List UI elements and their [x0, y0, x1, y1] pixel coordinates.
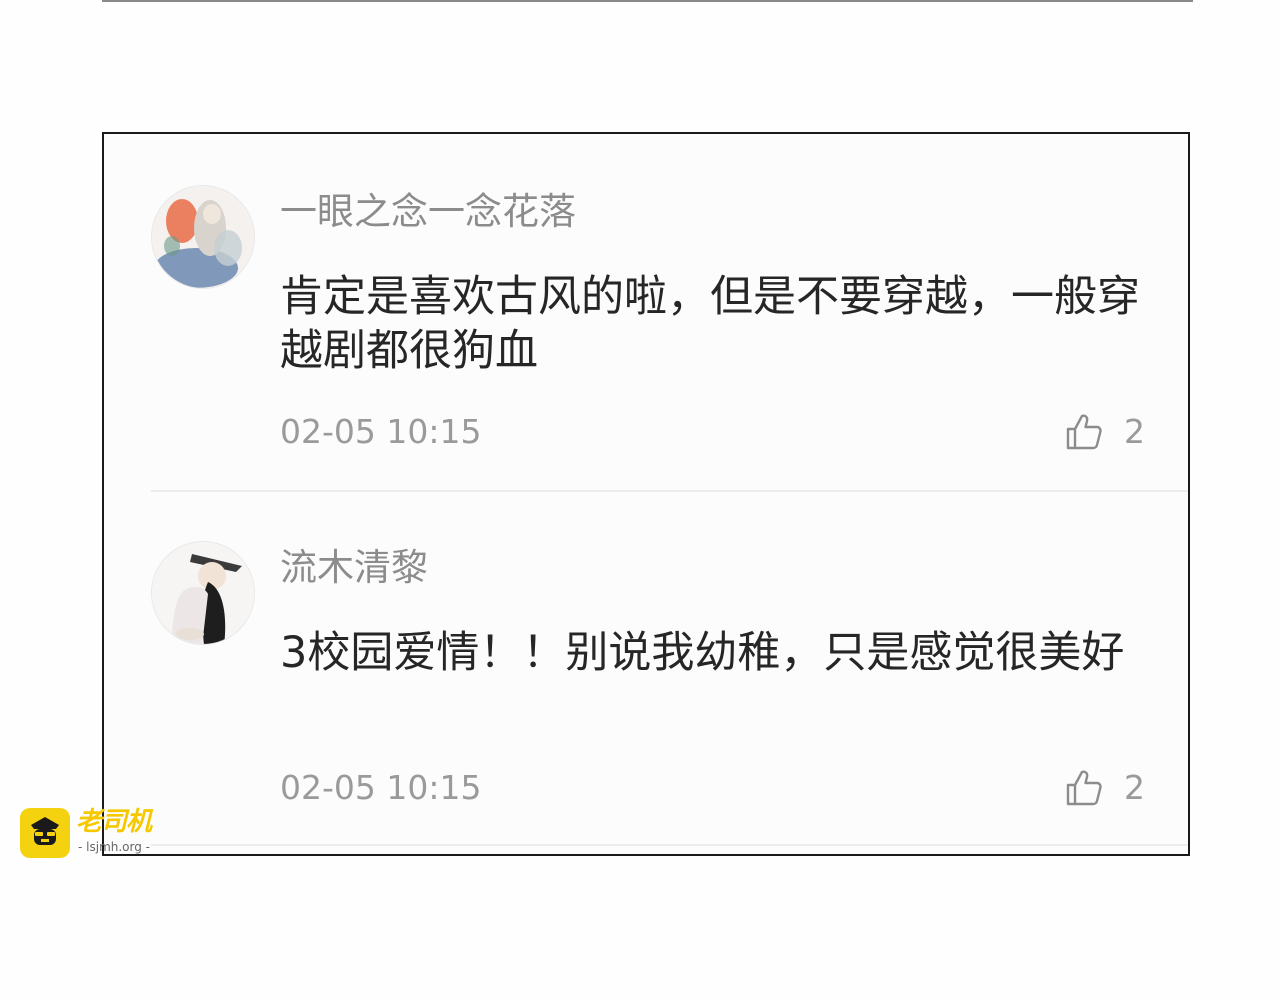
username[interactable]: 一眼之念一念花落 — [280, 189, 576, 235]
driver-mascot-icon — [20, 808, 70, 858]
like-button[interactable]: 2 — [1064, 766, 1145, 810]
site-watermark: 老司机 - lsjmh.org - — [20, 808, 170, 858]
boy-with-hat-avatar-icon — [152, 542, 254, 644]
comment-divider — [151, 490, 1188, 492]
user-avatar[interactable] — [151, 185, 255, 289]
comment-list: 一眼之念一念花落 肯定是喜欢古风的啦，但是不要穿越，一般穿越剧都很狗血 02-0… — [102, 132, 1190, 856]
watercolor-portrait-avatar-icon — [152, 186, 254, 288]
watermark-name: 老司机 — [76, 807, 152, 837]
username[interactable]: 流木清黎 — [280, 545, 428, 591]
comment-text: 3校园爱情！！别说我幼稚，只是感觉很美好 — [280, 628, 1125, 678]
timestamp: 02-05 10:15 — [280, 768, 482, 807]
user-avatar[interactable] — [151, 541, 255, 645]
comment-text: 肯定是喜欢古风的啦，但是不要穿越，一般穿越剧都很狗血 — [280, 272, 1140, 376]
like-button[interactable]: 2 — [1064, 410, 1145, 454]
like-count: 2 — [1124, 412, 1145, 451]
top-rule — [102, 0, 1193, 2]
watermark-url: - lsjmh.org - — [78, 840, 150, 854]
timestamp: 02-05 10:15 — [280, 412, 482, 451]
thumbs-up-icon — [1066, 770, 1102, 806]
thumbs-up-icon — [1066, 414, 1102, 450]
comment-divider — [151, 844, 1188, 846]
like-count: 2 — [1124, 768, 1145, 807]
